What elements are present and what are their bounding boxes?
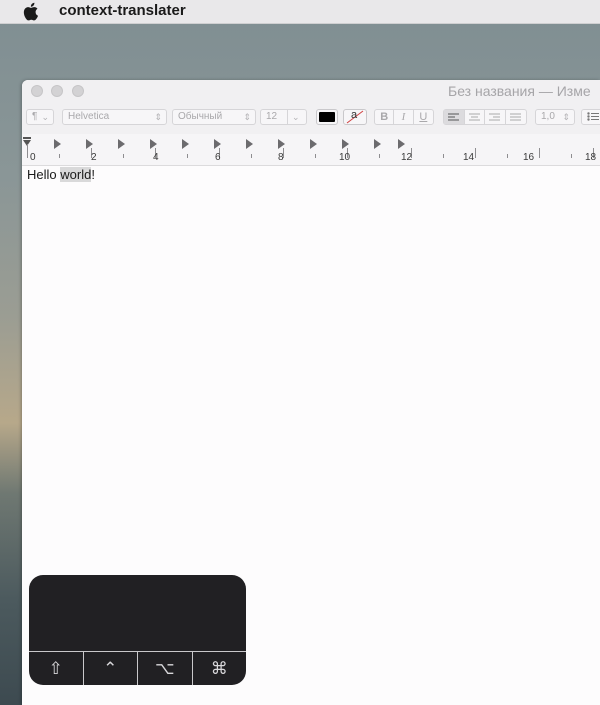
font-style-value: Обычный bbox=[178, 111, 223, 122]
text-style-segment: B I U bbox=[374, 109, 434, 125]
document-text: ! bbox=[91, 167, 95, 182]
chevron-down-icon: ⌄ bbox=[41, 112, 49, 122]
apple-logo-icon[interactable] bbox=[22, 2, 39, 21]
zoom-window-button[interactable] bbox=[72, 85, 84, 97]
app-name-menu[interactable]: context-translater bbox=[59, 2, 186, 19]
tab-stop-marker[interactable] bbox=[374, 139, 381, 149]
align-left-icon[interactable] bbox=[444, 110, 465, 124]
ruler-label: 18 bbox=[585, 152, 597, 163]
menu-bar: context-translater bbox=[0, 0, 600, 24]
font-family-value: Helvetica bbox=[68, 111, 110, 122]
font-family-popup[interactable]: Helvetica ⇕ bbox=[62, 109, 167, 125]
line-spacing-value: 1,0 bbox=[541, 111, 555, 122]
alignment-segment bbox=[443, 109, 527, 125]
ruler-tick bbox=[59, 154, 60, 158]
background-color-well[interactable]: a bbox=[343, 109, 367, 125]
tab-stop-marker[interactable] bbox=[118, 139, 125, 149]
document-text: Hello bbox=[27, 167, 61, 182]
ruler-tick bbox=[251, 154, 252, 158]
minimize-window-button[interactable] bbox=[51, 85, 63, 97]
window-titlebar[interactable]: Без названия — Изме bbox=[22, 80, 600, 102]
line-spacing-popup[interactable]: 1,0 ⇕ bbox=[535, 109, 575, 125]
paragraph-style-popup[interactable]: ¶ ⌄ bbox=[26, 109, 54, 125]
ruler-tick bbox=[27, 144, 28, 158]
document-text-area[interactable]: Hello world! bbox=[27, 167, 95, 182]
shift-key-icon: ⇧ bbox=[29, 652, 84, 685]
ruler-tick bbox=[571, 154, 572, 158]
ruler-label: 10 bbox=[339, 152, 351, 163]
ruler-tick bbox=[123, 154, 124, 158]
ruler-label: 12 bbox=[401, 152, 413, 163]
command-key-icon: ⌘ bbox=[210, 659, 228, 679]
format-toolbar: ¶ ⌄ Helvetica ⇕ Обычный ⇕ 12 ⌄ a B I U 1… bbox=[22, 102, 600, 134]
indent-marker-icon[interactable] bbox=[22, 137, 34, 149]
tab-stop-marker[interactable] bbox=[182, 139, 189, 149]
align-right-icon[interactable] bbox=[485, 110, 506, 124]
text-color-swatch bbox=[319, 112, 335, 122]
ruler-tick bbox=[475, 148, 476, 158]
selected-text: world bbox=[60, 167, 92, 182]
tab-stop-marker[interactable] bbox=[310, 139, 317, 149]
option-key-icon: ⌥ bbox=[138, 652, 193, 685]
up-down-arrows-icon: ⇕ bbox=[243, 112, 251, 122]
window-title: Без названия — Изме bbox=[448, 83, 591, 99]
ruler-tick bbox=[507, 154, 508, 158]
tab-stop-marker[interactable] bbox=[398, 139, 405, 149]
up-down-arrows-icon: ⇕ bbox=[562, 112, 570, 122]
ruler-label: 0 bbox=[30, 152, 36, 163]
bold-button[interactable]: B bbox=[375, 110, 395, 124]
tab-stop-marker[interactable] bbox=[246, 139, 253, 149]
list-bullets-icon bbox=[587, 112, 599, 121]
align-center-icon[interactable] bbox=[465, 110, 485, 124]
ruler-label: 8 bbox=[278, 152, 284, 163]
italic-button[interactable]: I bbox=[394, 110, 414, 124]
ruler-label: 6 bbox=[215, 152, 221, 163]
control-key-icon: ⌃ bbox=[84, 652, 138, 685]
background-color-glyph: a bbox=[351, 109, 358, 121]
tab-stop-marker[interactable] bbox=[54, 139, 61, 149]
ruler-label: 4 bbox=[153, 152, 159, 163]
modifier-keys-row: ⇧ ⌃ ⌥ ⌘ bbox=[29, 651, 246, 685]
underline-button[interactable]: U bbox=[414, 110, 433, 124]
font-size-value: 12 bbox=[266, 111, 278, 122]
align-justify-icon[interactable] bbox=[506, 110, 526, 124]
ruler-label: 14 bbox=[463, 152, 475, 163]
ruler-tick bbox=[443, 154, 444, 158]
font-size-combo[interactable]: 12 ⌄ bbox=[260, 109, 307, 125]
paragraph-style-label: ¶ bbox=[32, 111, 38, 122]
ruler-tick bbox=[187, 154, 188, 158]
modifier-keys-overlay: ⇧ ⌃ ⌥ ⌘ bbox=[29, 575, 246, 685]
up-down-arrows-icon: ⇕ bbox=[154, 112, 162, 122]
text-color-well[interactable] bbox=[316, 109, 338, 125]
font-style-popup[interactable]: Обычный ⇕ bbox=[172, 109, 256, 125]
ruler-tick bbox=[379, 154, 380, 158]
ruler-label: 2 bbox=[91, 152, 97, 163]
ruler-label: 16 bbox=[523, 152, 535, 163]
ruler-tick bbox=[539, 148, 540, 158]
close-window-button[interactable] bbox=[31, 85, 43, 97]
ruler[interactable]: 0 2 4 6 8 10 12 14 16 18 bbox=[22, 134, 600, 166]
list-bullets-popup[interactable] bbox=[581, 109, 600, 125]
ruler-tick bbox=[315, 154, 316, 158]
chevron-down-icon: ⌄ bbox=[287, 110, 306, 124]
